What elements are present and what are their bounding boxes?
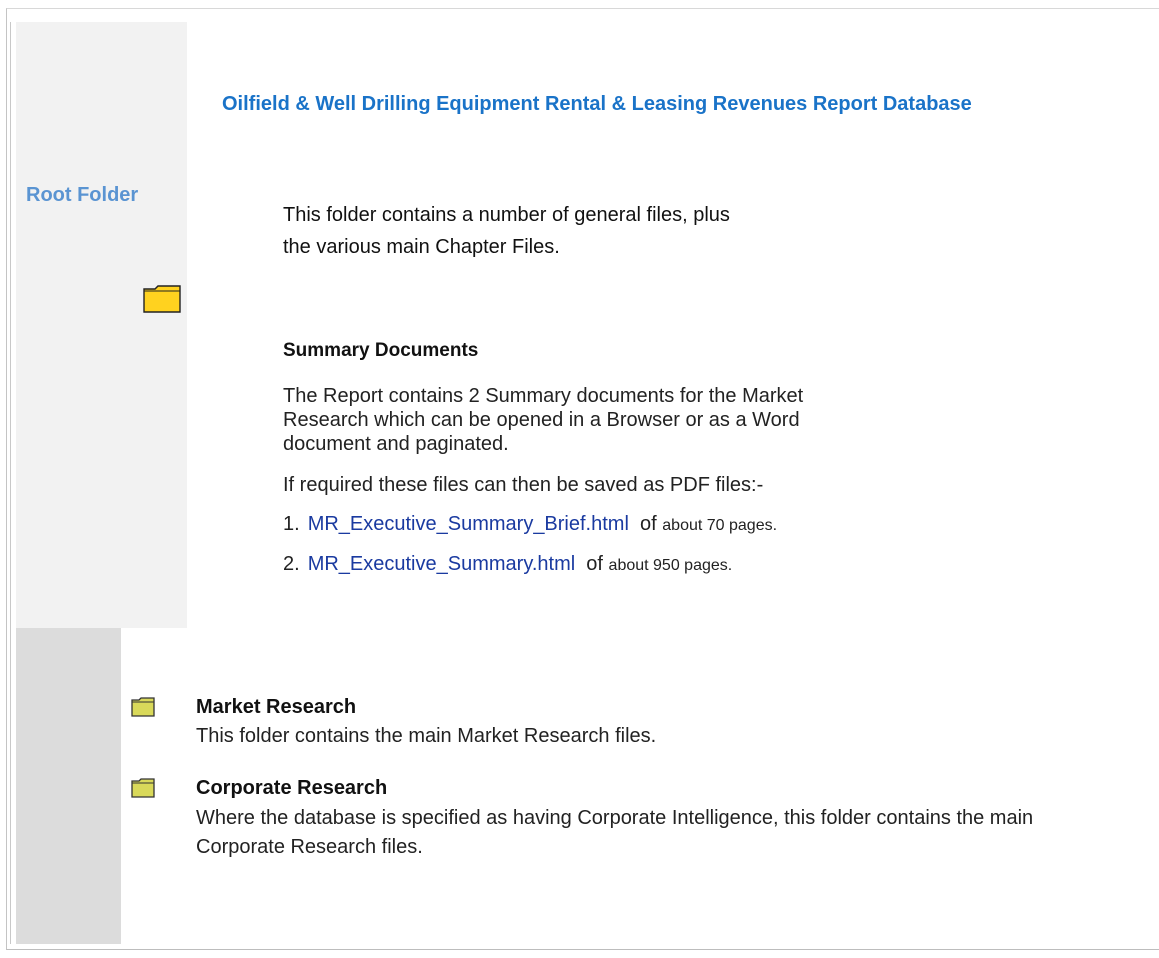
corporate-research-title[interactable]: Corporate Research: [196, 777, 387, 800]
list-number: 1.: [283, 513, 300, 535]
folder-icon[interactable]: [131, 778, 155, 798]
folder-icon: [143, 285, 181, 313]
list-item: 1. MR_Executive_Summary_Brief.html of abo…: [283, 513, 777, 536]
left-rule: [10, 22, 11, 944]
intro-text: This folder contains a number of general…: [283, 204, 730, 258]
sidebar-panel-bottom: [16, 628, 121, 944]
summary-paragraph-pdf: If required these files can then be save…: [283, 474, 764, 496]
of-label: of: [586, 553, 603, 575]
list-number: 2.: [283, 553, 300, 575]
market-research-title[interactable]: Market Research: [196, 696, 356, 719]
corporate-research-description: Where the database is specified as havin…: [196, 807, 1034, 858]
market-research-description: This folder contains the main Market Res…: [196, 725, 657, 747]
executive-summary-brief-link[interactable]: MR_Executive_Summary_Brief.html: [308, 513, 629, 535]
folder-icon[interactable]: [131, 697, 155, 717]
summary-paragraph: The Report contains 2 Summary documents …: [283, 385, 804, 455]
list-item: 2. MR_Executive_Summary.html of about 950…: [283, 553, 732, 576]
executive-summary-link[interactable]: MR_Executive_Summary.html: [308, 553, 575, 575]
page-count: about 70 pages.: [662, 517, 778, 534]
page-count: about 950 pages.: [608, 557, 733, 574]
page-title: Oilfield & Well Drilling Equipment Renta…: [222, 93, 972, 115]
root-folder-label: Root Folder: [26, 184, 139, 206]
sidebar-panel-top: [16, 22, 187, 628]
summary-heading: Summary Documents: [283, 340, 479, 361]
of-label: of: [640, 513, 657, 535]
